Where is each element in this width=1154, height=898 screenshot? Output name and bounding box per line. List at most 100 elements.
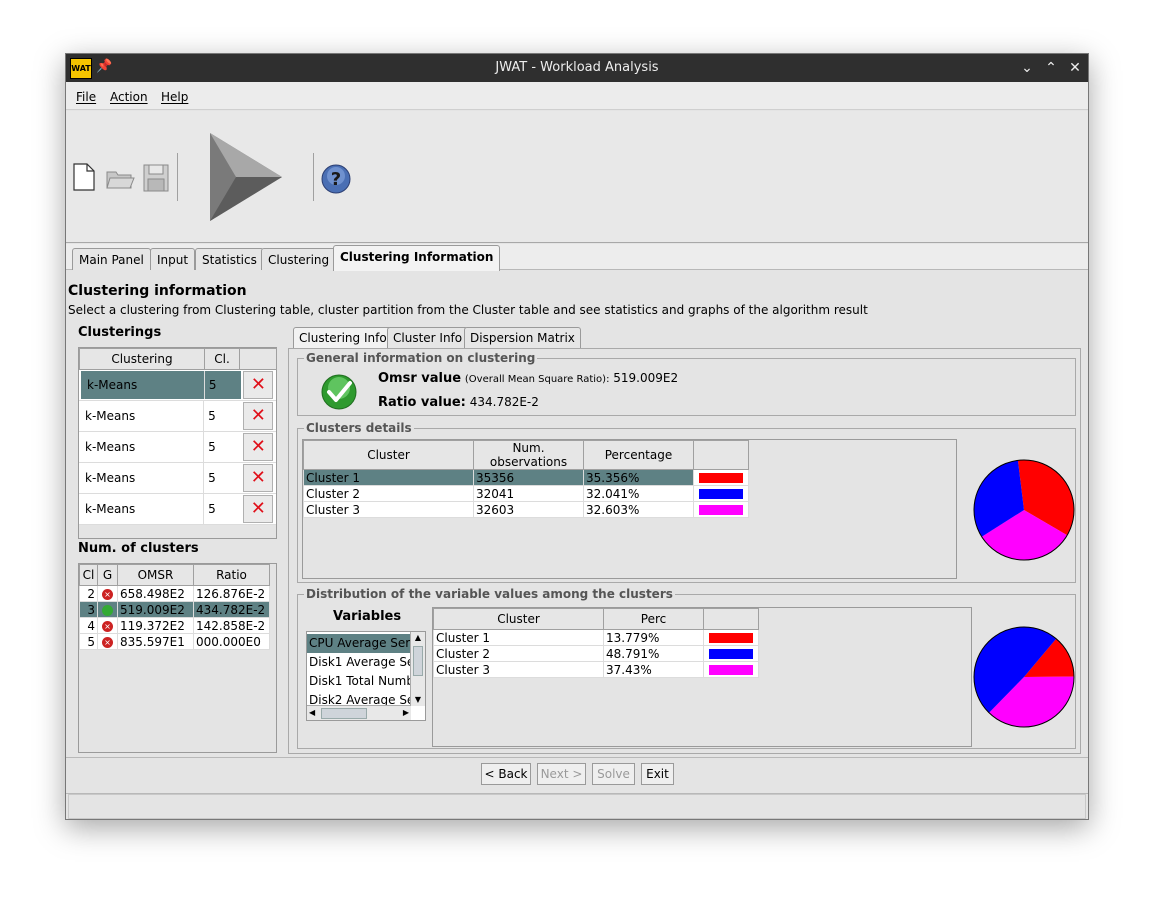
tab-main-panel[interactable]: Main Panel [72,248,151,270]
clustering-name: k-Means [85,440,136,454]
table-row[interactable]: k-Means 5 ✕ [79,494,276,525]
col-delete [239,348,277,370]
col-g[interactable]: G [97,564,118,586]
tab-clustering-information[interactable]: Clustering Information [333,245,501,271]
cell-perc: 48.791% [603,645,704,662]
table-row[interactable]: 5 × 835.597E1 000.000E0 [79,633,270,650]
cell-omsr: 658.498E2 [117,585,194,602]
table-row[interactable]: Cluster 2 32041 32.041% [303,485,749,502]
color-swatch [709,649,753,659]
cell-cluster: Cluster 2 [303,485,474,502]
variable-item[interactable]: Disk1 Average Ser [307,653,411,672]
next-button[interactable]: Next > [537,763,586,785]
variables-vscrollbar[interactable]: ▲ ▼ [410,632,425,706]
distribution-rows: Cluster 1 13.779% Cluster 2 48.791% Cluster … [433,629,759,678]
scroll-down-icon[interactable]: ▼ [411,694,425,706]
omsr-line: Omsr value (Overall Mean Square Ratio): … [378,371,678,386]
col-num-observations[interactable]: Num. observations [473,440,584,470]
save-disk-icon[interactable] [142,163,170,193]
distribution-table: Cluster Perc Cluster 1 13.779% Cluster 2 48… [432,607,972,747]
subtab-cluster-info[interactable]: Cluster Info [387,327,469,348]
color-swatch [699,473,743,483]
scroll-thumb[interactable] [413,646,423,676]
ratio-value: 434.782E-2 [469,395,539,409]
delete-clustering-icon[interactable]: ✕ [243,495,274,523]
col-percentage[interactable]: Percentage [583,440,694,470]
help-icon[interactable]: ? [320,163,352,195]
menu-help[interactable]: Help [161,90,188,104]
tab-statistics[interactable]: Statistics [195,248,264,270]
maximize-icon[interactable]: ⌃ [1040,57,1062,79]
hscroll-thumb[interactable] [321,708,367,719]
solve-button[interactable]: Solve [592,763,635,785]
col-cl[interactable]: Cl. [204,348,240,370]
cell-ratio: 126.876E-2 [193,585,270,602]
clusters-pie-chart [973,459,1075,561]
col-omsr[interactable]: OMSR [117,564,194,586]
table-row[interactable]: Cluster 1 13.779% [433,629,759,646]
table-row[interactable]: k-Means 5 ✕ [79,370,276,401]
cell-perc: 32.603% [583,501,694,518]
scroll-right-icon[interactable]: ▶ [403,706,409,719]
clusterings-title: Clusterings [78,325,162,340]
cell-perc: 37.43% [603,661,704,678]
cell-perc: 35.356% [583,469,694,486]
toolbar: ? [66,111,1088,243]
tab-input[interactable]: Input [150,248,196,270]
cell-cluster: Cluster 3 [433,661,604,678]
col-ratio[interactable]: Ratio [193,564,270,586]
scroll-left-icon[interactable]: ◀ [309,706,315,719]
variable-item[interactable]: CPU Average Serv [307,634,411,653]
clustering-cl: 5 [203,494,240,524]
page-title: Clustering information [68,283,247,299]
delete-clustering-icon[interactable]: ✕ [243,464,274,492]
col-cluster[interactable]: Cluster [433,608,604,630]
clustering-name: k-Means [85,409,136,423]
col-clustering[interactable]: Clustering [79,348,205,370]
variables-hscrollbar[interactable]: ◀ ▶ [307,705,411,720]
col-perc[interactable]: Perc [603,608,704,630]
table-row[interactable]: Cluster 3 32603 32.603% [303,501,749,518]
cell-omsr: 835.597E1 [117,633,194,650]
table-row[interactable]: Cluster 3 37.43% [433,661,759,678]
back-button[interactable]: < Back [481,763,531,785]
cell-cluster: Cluster 1 [433,629,604,646]
col-color[interactable] [693,440,749,470]
table-row[interactable]: Cluster 2 48.791% [433,645,759,662]
delete-clustering-icon[interactable]: ✕ [243,402,274,430]
table-row[interactable]: Cluster 1 35356 35.356% [303,469,749,486]
general-info-group: General information on clustering Omsr v… [297,351,1076,416]
subtab-dispersion-matrix[interactable]: Dispersion Matrix [464,327,581,348]
table-row[interactable]: 2 × 658.498E2 126.876E-2 [79,585,270,602]
cell-cluster: Cluster 2 [433,645,604,662]
table-row[interactable]: k-Means 5 ✕ [79,432,276,463]
variable-item[interactable]: Disk1 Total Numbe [307,672,411,691]
exit-button[interactable]: Exit [641,763,674,785]
menu-action[interactable]: Action [110,90,148,104]
col-cl[interactable]: Cl [79,564,98,586]
scroll-up-icon[interactable]: ▲ [411,632,425,644]
bad-status-icon: × [97,617,118,634]
run-play-icon[interactable] [206,131,286,223]
clustering-cl: 5 [203,463,240,493]
table-row[interactable]: k-Means 5 ✕ [79,401,276,432]
variables-items: CPU Average Serv Disk1 Average Ser Disk1 T… [307,634,411,710]
variables-list[interactable]: CPU Average Serv Disk1 Average Ser Disk1 T… [306,631,426,721]
table-row[interactable]: 3 519.009E2 434.782E-2 [79,601,270,618]
table-row[interactable]: 4 × 119.372E2 142.858E-2 [79,617,270,634]
col-color[interactable] [703,608,759,630]
menu-file[interactable]: File [76,90,96,104]
tab-clustering[interactable]: Clustering [261,248,337,270]
table-row[interactable]: k-Means 5 ✕ [79,463,276,494]
close-icon[interactable]: ✕ [1064,57,1086,79]
delete-clustering-icon[interactable]: ✕ [243,371,274,399]
delete-clustering-icon[interactable]: ✕ [243,433,274,461]
minimize-icon[interactable]: ⌄ [1016,57,1038,79]
subtab-clustering-info[interactable]: Clustering Info [293,327,393,348]
col-cluster[interactable]: Cluster [303,440,474,470]
cell-cluster: Cluster 1 [303,469,474,486]
general-info-legend: General information on clustering [304,351,538,365]
open-folder-icon[interactable] [105,167,135,191]
distribution-pie-chart [973,626,1075,728]
new-file-icon[interactable] [72,163,96,191]
